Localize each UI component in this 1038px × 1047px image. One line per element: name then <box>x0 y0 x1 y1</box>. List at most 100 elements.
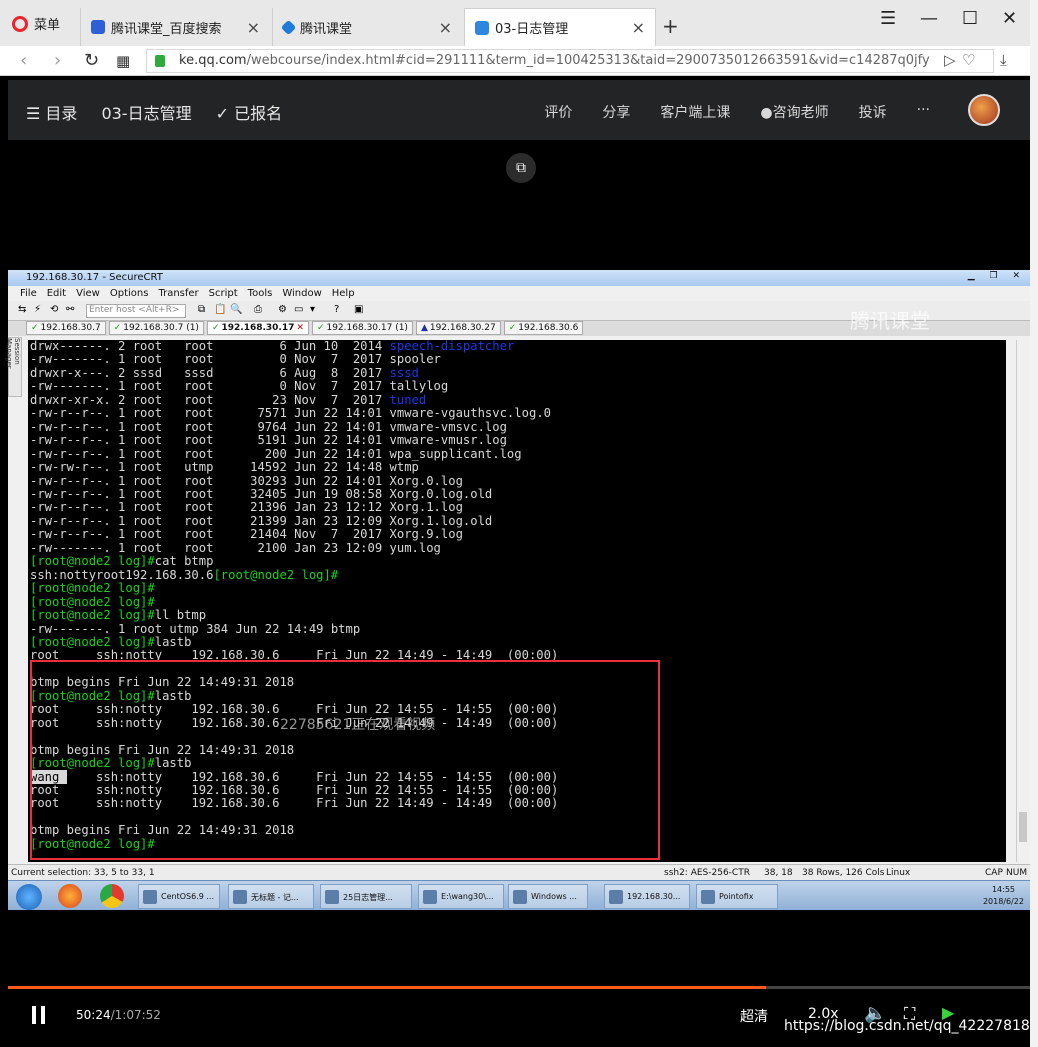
menu-help[interactable]: Help <box>332 288 355 301</box>
quick-connect-icon[interactable]: ⚡ <box>34 304 41 315</box>
terminal-segment: -rw-r--r--. 1 root root 200 Jun 22 14:01… <box>30 447 522 461</box>
terminal-segment: -rw-r--r--. 1 root root 5191 Jun 22 14:0… <box>30 433 507 447</box>
close-window-icon[interactable]: ✕ <box>1002 8 1017 29</box>
terminal-segment: drwxr-xr-x. 2 root root 23 Nov 7 2017 <box>30 393 390 407</box>
close-session-icon[interactable]: ✕ <box>296 322 304 334</box>
taskbar-item-centos[interactable]: CentOS6.9 ... <box>138 884 220 909</box>
catalog-button[interactable]: ☰ 目录 <box>26 100 77 124</box>
minimize-icon[interactable]: — <box>920 8 938 29</box>
session-tab[interactable]: ▲ 192.168.30.27 <box>416 321 501 335</box>
copy-icon[interactable]: ⧉ <box>198 304 205 315</box>
picture-in-picture-icon[interactable]: ⧉ <box>506 153 536 183</box>
paste-icon[interactable]: 📋 <box>214 304 226 315</box>
consult-teacher-link[interactable]: ●咨询老师 <box>760 102 828 122</box>
share-link[interactable]: 分享 <box>602 102 630 122</box>
url-host: ke.qq.com <box>179 53 247 68</box>
complaint-link[interactable]: 投诉 <box>859 102 887 122</box>
session-tab-label: 192.168.30.7 (1) <box>123 322 199 334</box>
session-tab[interactable]: ✓ 192.168.30.7 (1) <box>109 321 204 335</box>
system-clock[interactable]: 14:55 2018/6/22 <box>983 884 1024 908</box>
more-button[interactable]: ··· <box>917 102 930 122</box>
maximize-icon[interactable]: ☐ <box>962 8 978 29</box>
avatar[interactable] <box>968 94 1000 126</box>
terminal-line: drwxr-xr-x. 2 root root 23 Nov 7 2017 tu… <box>30 394 558 407</box>
send-icon[interactable]: ▷ <box>944 51 956 69</box>
host-input[interactable]: Enter host <Alt+R> <box>86 304 186 318</box>
tab-log-management[interactable]: 03-日志管理 × <box>464 8 656 46</box>
session-tab[interactable]: ✓ 192.168.30.6 <box>504 321 584 335</box>
bookmark-heart-icon[interactable]: ♡ <box>962 51 975 69</box>
tab-baidu-search[interactable]: 腾讯课堂_百度搜索 × <box>80 8 270 46</box>
terminal-scrollbar[interactable] <box>1016 340 1028 862</box>
terminal-segment: -rw-------. 1 root utmp 384 Jun 22 14:49… <box>30 622 360 636</box>
download-icon[interactable]: ⤓ <box>1000 51 1007 69</box>
menu-transfer[interactable]: Transfer <box>158 288 198 301</box>
scrollbar-thumb[interactable] <box>1019 812 1027 842</box>
url-field[interactable]: ke.qq.com/webcourse/index.html#cid=29111… <box>146 49 994 73</box>
terminal-segment: -rw-r--r--. 1 root root 30293 Jun 22 14:… <box>30 474 463 488</box>
about-icon[interactable]: ▣ <box>354 304 363 315</box>
reload-icon[interactable]: ↻ <box>84 50 99 71</box>
help-icon[interactable]: ? <box>334 304 339 315</box>
review-link[interactable]: 评价 <box>544 102 572 122</box>
clock-time: 14:55 <box>983 884 1024 896</box>
settings-gear-icon[interactable]: ⚙ <box>278 304 287 315</box>
taskbar-item-pdf[interactable]: 25日志管理... <box>320 884 412 909</box>
menu-options[interactable]: Options <box>110 288 149 301</box>
pause-icon[interactable] <box>30 1006 48 1024</box>
print-icon[interactable]: ⎙ <box>254 304 262 315</box>
securecrt-window-buttons[interactable]: ▁ ❐ ✕ <box>968 271 1026 281</box>
session-manager-tab[interactable]: Session Manager <box>8 337 22 397</box>
chrome-icon[interactable] <box>100 884 124 908</box>
session-tab-active[interactable]: ✓ 192.168.30.17 ✕ <box>207 321 309 335</box>
tab-tencent-classroom[interactable]: 腾讯课堂 × <box>272 8 462 46</box>
menu-view[interactable]: View <box>76 288 100 301</box>
windows-start-icon[interactable] <box>16 884 42 910</box>
menu-edit[interactable]: Edit <box>47 288 66 301</box>
terminal-line: -rw-r--r--. 1 root root 7571 Jun 22 14:0… <box>30 407 558 420</box>
menu-script[interactable]: Script <box>209 288 238 301</box>
find-icon[interactable]: 🔍 <box>230 304 242 315</box>
disconnect-icon[interactable]: ⚯ <box>66 304 74 315</box>
status-num: NUM <box>1006 868 1027 878</box>
tab-list-icon[interactable]: ☰ <box>880 8 896 29</box>
keymap-icon[interactable]: ▭ <box>294 304 303 315</box>
close-tab-icon[interactable]: × <box>247 18 260 37</box>
forward-icon[interactable]: › <box>54 50 61 71</box>
client-class-link[interactable]: 客户端上课 <box>660 102 730 122</box>
taskbar-item-pointofix[interactable]: Pointofix <box>696 884 778 909</box>
menu-tools[interactable]: Tools <box>248 288 273 301</box>
taskbar-item-windows[interactable]: Windows ... <box>508 884 588 909</box>
connected-check-icon: ✓ <box>212 322 220 334</box>
browser-menu-button[interactable]: 菜单 <box>12 14 60 33</box>
terminal-line: [root@node2 log]#ll btmp <box>30 609 558 622</box>
sftp-icon[interactable]: ▾ <box>310 304 315 315</box>
firefox-icon[interactable] <box>58 884 82 908</box>
reconnect-icon[interactable]: ⟲ <box>50 304 58 315</box>
close-tab-icon[interactable]: × <box>632 18 645 37</box>
menu-file[interactable]: File <box>20 288 37 301</box>
connected-check-icon: ✓ <box>317 322 325 334</box>
session-tab-label: 192.168.30.7 <box>41 322 101 334</box>
session-tab[interactable]: ✓ 192.168.30.17 (1) <box>312 321 413 335</box>
browser-menu-label: 菜单 <box>34 14 60 33</box>
status-position: 38, 18 <box>764 868 793 878</box>
securecrt-title-bar: 192.168.30.17 - SecureCRT ▁ ❐ ✕ <box>8 270 1030 286</box>
menu-window[interactable]: Window <box>282 288 321 301</box>
taskbar-item-notepad[interactable]: 无标题 - 记... <box>228 884 314 909</box>
back-icon[interactable]: ‹ <box>20 50 27 71</box>
quality-button[interactable]: 超清 <box>740 1006 768 1026</box>
new-tab-icon[interactable]: + <box>662 14 679 38</box>
taskbar-item-securecrt[interactable]: 192.168.30... <box>604 884 690 909</box>
course-title: 03-日志管理 <box>101 100 191 124</box>
speed-dial-icon[interactable]: ▦ <box>116 52 130 70</box>
session-tab[interactable]: ✓ 192.168.30.7 <box>26 321 106 335</box>
terminal-segment: -rw-r--r--. 1 root root 7571 Jun 22 14:0… <box>30 406 551 420</box>
taskbar-item-explorer[interactable]: E:\wang30\... <box>418 884 504 909</box>
terminal-line: [root@node2 log]#cat btmp <box>30 555 558 568</box>
terminal-line: [root@node2 log]#lastb <box>30 636 558 649</box>
close-tab-icon[interactable]: × <box>439 18 452 37</box>
terminal-segment: -rw-r--r--. 1 root root 21399 Jan 23 12:… <box>30 514 492 528</box>
status-caps: CAP <box>985 868 1003 878</box>
connect-icon[interactable]: ⇆ <box>18 304 26 315</box>
